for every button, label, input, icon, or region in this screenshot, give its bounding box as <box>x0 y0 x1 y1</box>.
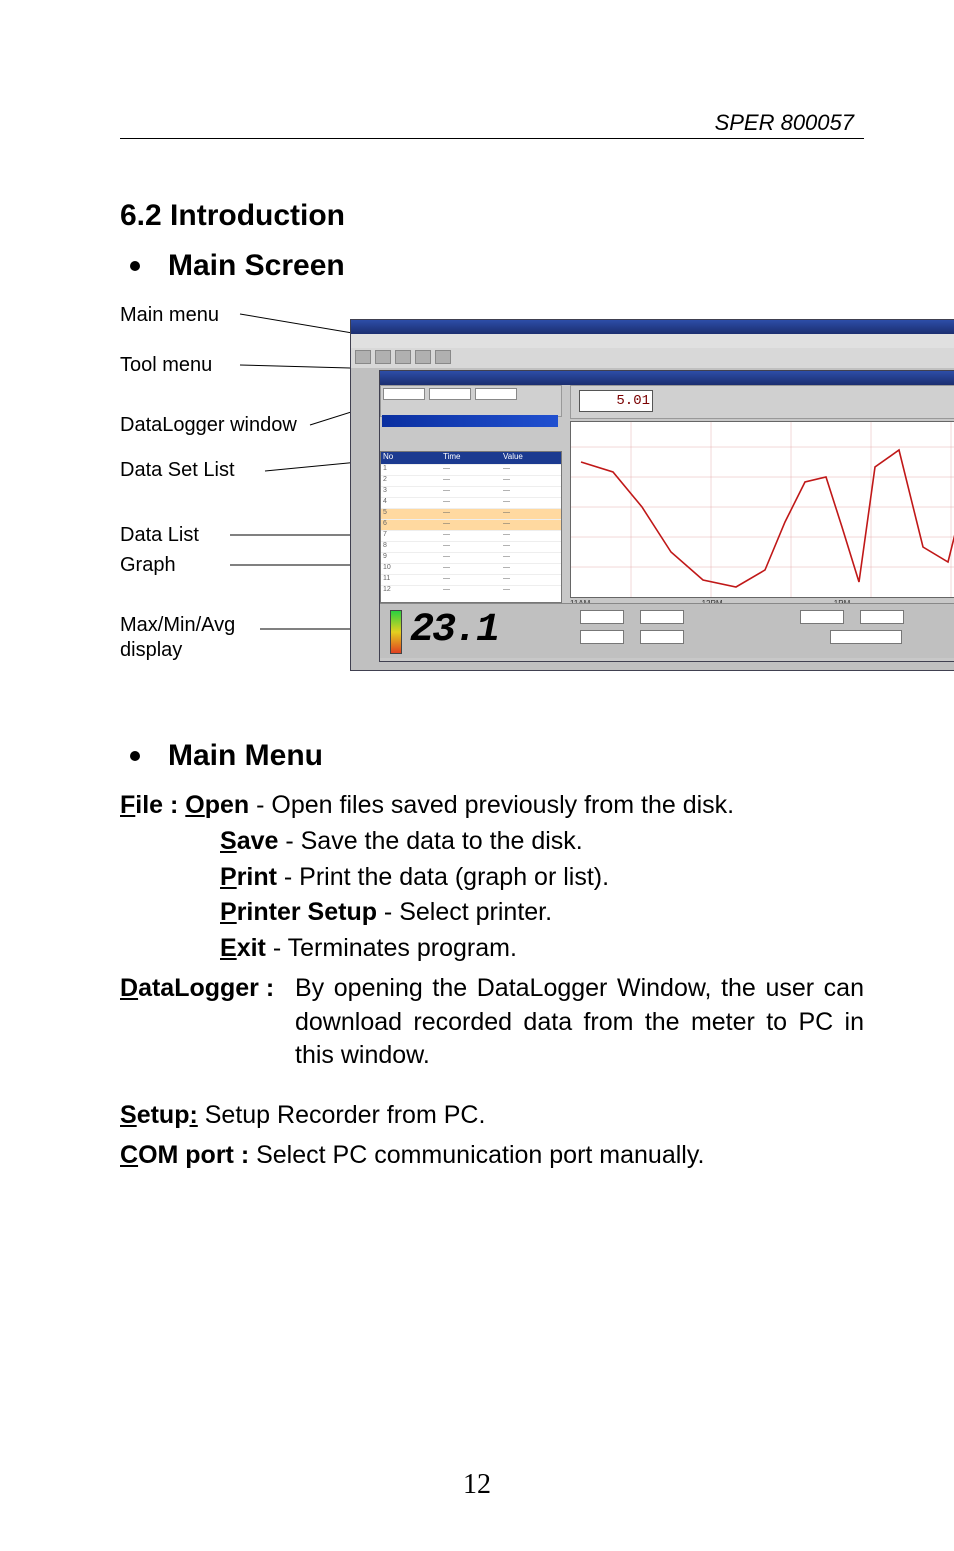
toolbar-button[interactable] <box>435 350 451 364</box>
stat-box <box>580 610 624 624</box>
toolbar-button[interactable] <box>355 350 371 364</box>
lcd-readout: 5.01 <box>579 390 653 412</box>
label-tool-menu: Tool menu <box>120 354 212 377</box>
list-item[interactable]: 10—— <box>381 563 561 574</box>
readout-panel: 5.01 <box>570 385 954 419</box>
datalogger-line: DataLogger : By opening the DataLogger W… <box>120 972 864 1075</box>
bullet-main-menu-label: Main Menu <box>168 739 323 773</box>
file-print-line: Print - Print the data (graph or list). <box>120 861 864 895</box>
outer-menubar <box>351 334 954 348</box>
header-rule <box>120 138 864 139</box>
label-maxminavg-1: Max/Min/Avg <box>120 614 235 637</box>
list-item[interactable]: 12—— <box>381 585 561 596</box>
toolbar-button[interactable] <box>395 350 411 364</box>
bullet-main-screen-label: Main Screen <box>168 249 345 283</box>
bullet-dot-icon <box>130 751 140 761</box>
datalogger-desc: By opening the DataLogger Window, the us… <box>295 972 864 1073</box>
data-list-header: No Time Value <box>381 452 561 464</box>
stat-box <box>640 610 684 624</box>
file-save-line: Save - Save the data to the disk. <box>120 825 864 859</box>
stat-box <box>830 630 902 644</box>
list-item[interactable]: 5—— <box>381 508 561 519</box>
graph-area <box>570 421 954 598</box>
label-main-menu: Main menu <box>120 304 219 327</box>
col-time: Time <box>441 452 501 464</box>
maxminavg-panel: 23.1 <box>380 603 954 658</box>
stat-box <box>800 610 844 624</box>
file-exit-line: Exit - Terminates program. <box>120 932 864 966</box>
list-item[interactable]: 3—— <box>381 486 561 497</box>
level-bar-icon <box>390 610 402 654</box>
stat-box <box>640 630 684 644</box>
datalogger-window: 5.01 <box>379 370 954 662</box>
label-maxminavg-2: display <box>120 639 182 662</box>
field[interactable] <box>383 388 425 400</box>
section-title: 6.2 Introduction <box>120 199 864 233</box>
toolbar-button[interactable] <box>415 350 431 364</box>
data-list[interactable]: No Time Value 1—— 2—— 3—— 4—— 5—— 6—— 7—… <box>380 451 562 603</box>
list-item[interactable]: 2—— <box>381 475 561 486</box>
field[interactable] <box>429 388 471 400</box>
toolbar-button[interactable] <box>375 350 391 364</box>
list-item[interactable]: 8—— <box>381 541 561 552</box>
list-item[interactable]: 4—— <box>381 497 561 508</box>
child-titlebar <box>380 371 954 385</box>
outer-window: 5.01 <box>350 319 954 671</box>
list-item[interactable]: 9—— <box>381 552 561 563</box>
col-no: No <box>381 452 441 464</box>
comport-line: COM port : Select PC communication port … <box>120 1139 864 1173</box>
list-item[interactable]: 7—— <box>381 530 561 541</box>
setup-line: Setup: Setup Recorder from PC. <box>120 1099 864 1133</box>
status-bar <box>382 415 558 427</box>
stat-box <box>580 630 624 644</box>
outer-toolbar <box>351 348 954 368</box>
outer-titlebar <box>351 320 954 334</box>
list-item[interactable]: 11—— <box>381 574 561 585</box>
big-reading: 23.1 <box>410 608 498 653</box>
bullet-main-screen: Main Screen <box>120 249 864 283</box>
dataset-controls <box>380 385 562 417</box>
file-open-line: File : Open - Open files saved previousl… <box>120 789 864 823</box>
field[interactable] <box>475 388 517 400</box>
app-screenshot: 5.01 <box>350 299 864 699</box>
col-value: Value <box>501 452 561 464</box>
bullet-main-menu: Main Menu <box>120 739 864 773</box>
label-graph: Graph <box>120 554 176 577</box>
label-data-set-list: Data Set List <box>120 459 235 482</box>
list-item[interactable]: 1—— <box>381 464 561 475</box>
stat-box <box>860 610 904 624</box>
list-item[interactable]: 6—— <box>381 519 561 530</box>
page-header: SPER 800057 <box>120 110 864 136</box>
label-data-list: Data List <box>120 524 199 547</box>
page-number: 12 <box>0 1469 954 1501</box>
bullet-dot-icon <box>130 261 140 271</box>
file-psetup-line: Printer Setup - Select printer. <box>120 896 864 930</box>
